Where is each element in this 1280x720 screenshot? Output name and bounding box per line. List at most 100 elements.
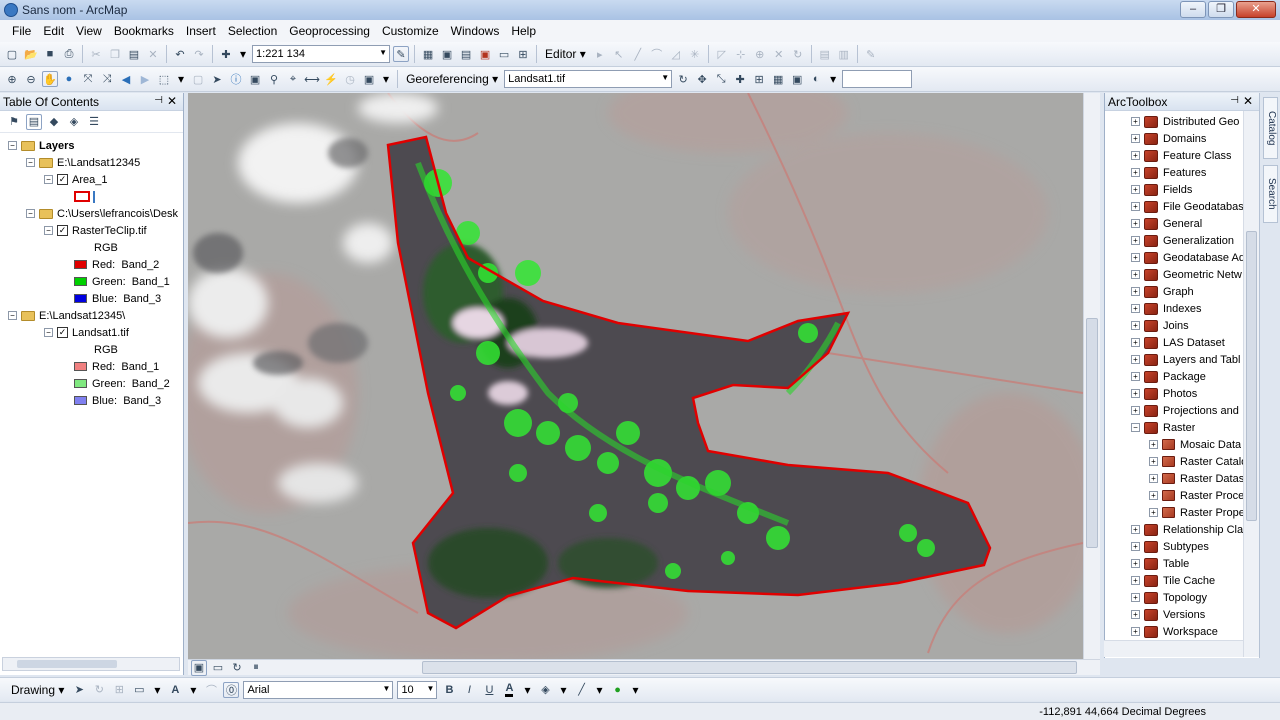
underline-icon[interactable]: U bbox=[481, 682, 497, 698]
time-slider-icon[interactable]: ◷ bbox=[342, 71, 358, 87]
georeferencing-menu[interactable]: Georeferencing ▾ bbox=[403, 72, 501, 86]
list-by-source-icon[interactable]: ▤ bbox=[26, 113, 42, 130]
expand-icon[interactable]: + bbox=[1149, 440, 1158, 449]
toolset-item[interactable]: + Versions bbox=[1131, 606, 1205, 623]
python-window-icon[interactable]: ▭ bbox=[496, 46, 512, 62]
list-by-selection-icon[interactable]: ◈ bbox=[66, 114, 82, 130]
menu-insert[interactable]: Insert bbox=[180, 24, 222, 38]
toolset-item[interactable]: + Package bbox=[1131, 368, 1206, 385]
effects-icon[interactable]: ◐ bbox=[808, 71, 824, 87]
copy-icon[interactable]: ❐ bbox=[107, 46, 123, 62]
expand-icon[interactable]: + bbox=[1131, 117, 1140, 126]
cut-polygons-icon[interactable]: ⊕ bbox=[752, 46, 768, 62]
catalog-window-icon[interactable]: ▣ bbox=[439, 46, 455, 62]
fill-color-icon[interactable]: ◈ bbox=[537, 682, 553, 698]
group-landsat12345-b[interactable]: − E:\Landsat12345\ bbox=[8, 307, 125, 324]
italic-icon[interactable]: I bbox=[461, 682, 477, 698]
shift-georef-icon[interactable]: ✥ bbox=[694, 71, 710, 87]
straight-segment-icon[interactable]: ╱ bbox=[630, 46, 646, 62]
rotate-georef-icon[interactable]: ↻ bbox=[675, 71, 691, 87]
zoom-out-icon[interactable]: ⊖ bbox=[23, 71, 39, 87]
expand-icon[interactable]: + bbox=[1149, 508, 1158, 517]
delete-icon[interactable]: ✕ bbox=[145, 46, 161, 62]
font-name-combo[interactable]: Arial ▼ bbox=[243, 680, 394, 699]
toolset-child[interactable]: + Raster Prope bbox=[1149, 504, 1245, 521]
toolset-item[interactable]: + Joins bbox=[1131, 317, 1189, 334]
expand-icon[interactable]: + bbox=[1131, 559, 1140, 568]
add-data-icon[interactable]: ✚ bbox=[218, 46, 234, 62]
edit-tool-icon[interactable]: ▸ bbox=[592, 46, 608, 62]
pin-icon[interactable]: ⊣ bbox=[1230, 95, 1239, 106]
map-canvas[interactable] bbox=[188, 93, 1083, 659]
close-button[interactable]: ✕ bbox=[1236, 1, 1276, 18]
drawing-menu[interactable]: Drawing ▾ bbox=[8, 683, 67, 697]
cut-icon[interactable]: ✂ bbox=[88, 46, 104, 62]
edit-vertices-icon[interactable]: ◸ bbox=[714, 46, 730, 62]
layout-view-icon[interactable]: ▭ bbox=[210, 660, 226, 676]
pan-hand-icon[interactable]: ✋ bbox=[42, 71, 58, 87]
menu-customize[interactable]: Customize bbox=[376, 24, 445, 38]
menu-bookmarks[interactable]: Bookmarks bbox=[108, 24, 180, 38]
search-window-icon[interactable]: ▤ bbox=[458, 46, 474, 62]
close-pane-icon[interactable]: ✕ bbox=[1243, 94, 1253, 108]
forward-arrow-icon[interactable]: ▶ bbox=[137, 71, 153, 87]
new-document-icon[interactable]: ▢ bbox=[4, 46, 20, 62]
scale-georef-icon[interactable]: ⤡ bbox=[713, 71, 729, 87]
expand-icon[interactable]: + bbox=[1131, 610, 1140, 619]
close-pane-icon[interactable]: ✕ bbox=[167, 94, 177, 108]
html-popup-icon[interactable]: ▣ bbox=[247, 71, 263, 87]
group-landsat12345[interactable]: − E:\Landsat12345 bbox=[26, 154, 140, 171]
expand-icon[interactable]: + bbox=[1149, 474, 1158, 483]
expand-icon[interactable]: + bbox=[1131, 406, 1140, 415]
expand-icon[interactable]: + bbox=[1131, 236, 1140, 245]
toolset-item[interactable]: + Table bbox=[1131, 555, 1189, 572]
toolset-item[interactable]: + Generalization bbox=[1131, 232, 1234, 249]
save-icon[interactable]: ■ bbox=[42, 46, 58, 62]
line-color-icon[interactable]: ╱ bbox=[574, 682, 590, 698]
list-by-drawing-order-icon[interactable]: ⚑ bbox=[6, 114, 22, 130]
toc-horizontal-scrollbar[interactable] bbox=[2, 657, 180, 671]
visibility-checkbox[interactable]: ✓ bbox=[57, 225, 68, 236]
select-features-icon[interactable]: ⬚ bbox=[156, 71, 172, 87]
expand-icon[interactable]: + bbox=[1131, 338, 1140, 347]
menu-edit[interactable]: Edit bbox=[37, 24, 70, 38]
editor-toolbar-icon[interactable]: ✎ bbox=[393, 46, 410, 62]
layers-root[interactable]: − Layers bbox=[8, 137, 74, 154]
new-text-icon[interactable]: A bbox=[167, 682, 183, 698]
expand-icon[interactable]: + bbox=[1131, 287, 1140, 296]
find-icon[interactable]: ⚲ bbox=[266, 71, 282, 87]
expand-icon[interactable]: + bbox=[1131, 389, 1140, 398]
expand-icon[interactable]: + bbox=[1131, 593, 1140, 602]
undo-icon[interactable]: ↶ bbox=[172, 46, 188, 62]
toolset-item[interactable]: + Tile Cache bbox=[1131, 572, 1215, 589]
toolset-item[interactable]: + Features bbox=[1131, 164, 1206, 181]
map-horizontal-scrollbar[interactable] bbox=[422, 661, 1077, 674]
toolset-child[interactable]: + Raster Catalo bbox=[1149, 453, 1247, 470]
expand-icon[interactable]: + bbox=[1131, 134, 1140, 143]
menu-windows[interactable]: Windows bbox=[445, 24, 506, 38]
end-point-arc-icon[interactable]: ⌒ bbox=[649, 46, 665, 62]
expand-icon[interactable]: + bbox=[1131, 525, 1140, 534]
toolset-item[interactable]: + Projections and bbox=[1131, 402, 1239, 419]
toolset-item[interactable]: + LAS Dataset bbox=[1131, 334, 1225, 351]
splined-text-icon[interactable]: ⌒ bbox=[203, 682, 219, 698]
expand-icon[interactable]: + bbox=[1149, 457, 1158, 466]
expand-icon[interactable]: + bbox=[1131, 270, 1140, 279]
toolset-item[interactable]: + File Geodatabas bbox=[1131, 198, 1244, 215]
redo-icon[interactable]: ↷ bbox=[191, 46, 207, 62]
expand-icon[interactable]: + bbox=[1131, 168, 1140, 177]
select-elements-icon[interactable]: ➤ bbox=[71, 682, 87, 698]
layer-area1[interactable]: − ✓ Area_1 bbox=[44, 171, 107, 188]
font-size-combo[interactable]: 10 ▼ bbox=[397, 680, 438, 699]
zoom-in-icon[interactable]: ⊕ bbox=[4, 71, 20, 87]
toolset-item[interactable]: + Graph bbox=[1131, 283, 1194, 300]
expand-icon[interactable]: + bbox=[1131, 185, 1140, 194]
model-builder-icon[interactable]: ⊞ bbox=[515, 46, 531, 62]
toolset-item[interactable]: − Raster bbox=[1131, 419, 1195, 436]
expand-icon[interactable]: + bbox=[1131, 627, 1140, 636]
bold-icon[interactable]: B bbox=[441, 682, 457, 698]
expand-icon[interactable]: + bbox=[1131, 542, 1140, 551]
auto-registration-icon[interactable]: ⊞ bbox=[751, 71, 767, 87]
group-users-desk[interactable]: − C:\Users\lefrancois\Desk bbox=[26, 205, 178, 222]
toolset-item[interactable]: + Geometric Netw bbox=[1131, 266, 1242, 283]
